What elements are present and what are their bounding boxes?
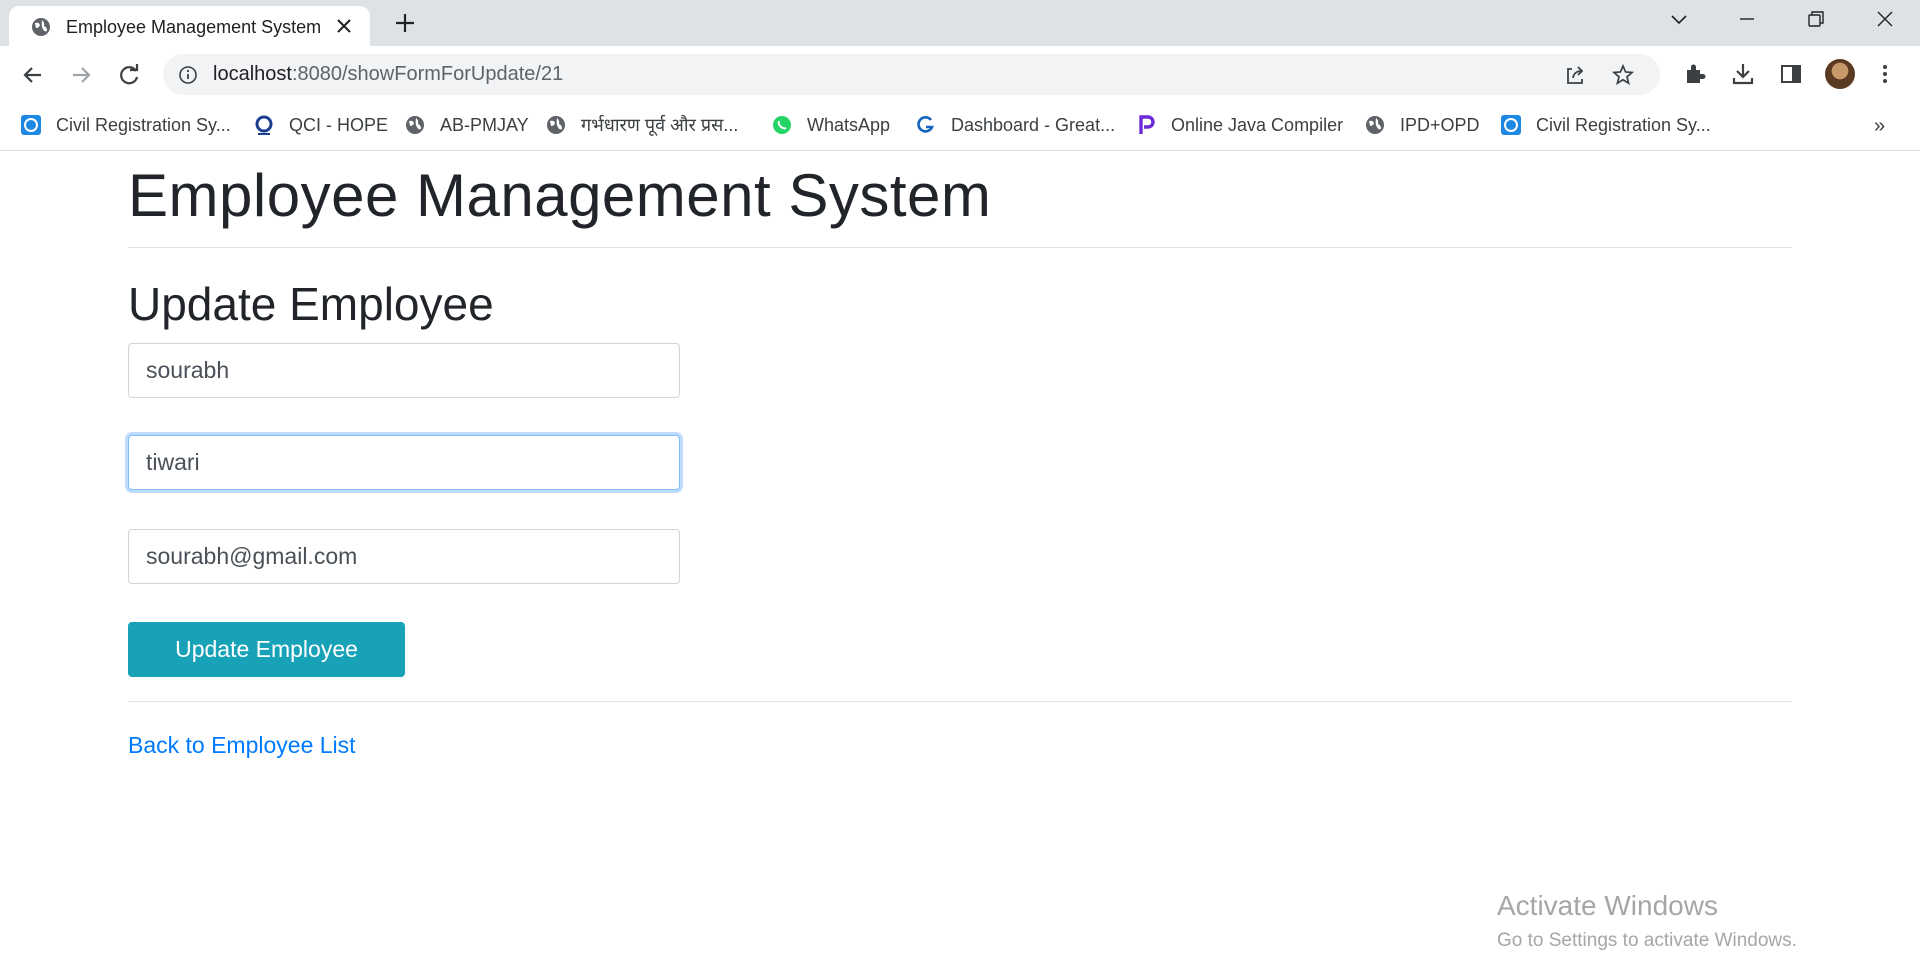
download-icon[interactable] bbox=[1730, 61, 1756, 87]
qci-hope-icon bbox=[255, 115, 273, 135]
new-tab-icon[interactable] bbox=[393, 11, 417, 35]
bookmark-qci-hope[interactable]: QCI - HOPE bbox=[253, 112, 388, 138]
email-field[interactable] bbox=[128, 529, 680, 584]
browser-tab[interactable]: Employee Management System bbox=[9, 6, 370, 46]
bookmark-whatsapp[interactable]: WhatsApp bbox=[771, 112, 890, 138]
bookmark-label: QCI - HOPE bbox=[289, 114, 389, 135]
page-content: Employee Management System Update Employ… bbox=[0, 151, 1920, 958]
address-bar[interactable]: localhost:8080/showFormForUpdate/21 bbox=[163, 54, 1660, 95]
whatsapp-icon bbox=[773, 116, 791, 134]
bookmark-civil-registration-2[interactable]: Civil Registration Sy... bbox=[1500, 112, 1711, 138]
reload-icon[interactable] bbox=[116, 62, 142, 88]
side-panel-icon[interactable] bbox=[1778, 61, 1804, 87]
bookmarks-bar: Civil Registration Sy... QCI - HOPE AB-P… bbox=[0, 102, 1920, 151]
extensions-puzzle-icon[interactable] bbox=[1682, 61, 1708, 87]
first-name-field[interactable] bbox=[128, 343, 680, 398]
star-bookmark-icon[interactable] bbox=[1611, 63, 1635, 87]
bookmark-ipd-opd[interactable]: IPD+OPD bbox=[1364, 112, 1480, 138]
bookmark-civil-registration[interactable]: Civil Registration Sy... bbox=[20, 112, 231, 138]
update-employee-button[interactable]: Update Employee bbox=[128, 622, 405, 677]
bookmark-label: Civil Registration Sy... bbox=[56, 114, 231, 135]
divider bbox=[128, 701, 1792, 702]
kebab-menu-icon[interactable] bbox=[1872, 61, 1898, 87]
forward-arrow-icon[interactable] bbox=[68, 62, 94, 88]
civil-registration-icon bbox=[21, 115, 41, 135]
bookmark-label: IPD+OPD bbox=[1400, 114, 1480, 135]
tab-search-icon[interactable] bbox=[1668, 8, 1690, 30]
bookmark-label: Online Java Compiler bbox=[1171, 114, 1344, 135]
minimize-icon[interactable] bbox=[1736, 8, 1758, 30]
globe-icon bbox=[1366, 116, 1384, 134]
url-text[interactable]: localhost:8080/showFormForUpdate/21 bbox=[213, 63, 563, 86]
bookmark-label: Dashboard - Great... bbox=[951, 114, 1116, 135]
close-tab-icon[interactable] bbox=[335, 17, 353, 35]
form-heading: Update Employee bbox=[128, 278, 494, 330]
civil-registration-icon bbox=[1501, 115, 1521, 135]
bookmark-ab-pmjay[interactable]: AB-PMJAY bbox=[404, 112, 529, 138]
activate-windows-subtitle: Go to Settings to activate Windows. bbox=[1497, 930, 1797, 951]
globe-icon bbox=[406, 116, 424, 134]
browser-toolbar: localhost:8080/showFormForUpdate/21 bbox=[0, 46, 1920, 102]
bookmark-label: Civil Registration Sy... bbox=[1536, 114, 1711, 135]
tab-strip: Employee Management System bbox=[0, 0, 1920, 46]
page-title: Employee Management System bbox=[128, 162, 992, 229]
url-host: localhost bbox=[213, 63, 292, 85]
activate-windows-title: Activate Windows bbox=[1497, 890, 1718, 921]
bookmark-hindi-page[interactable]: गर्भधारण पूर्व और प्रस... bbox=[545, 112, 738, 138]
more-bookmarks-chevron[interactable]: » bbox=[1874, 115, 1885, 138]
bookmark-label: WhatsApp bbox=[807, 114, 891, 135]
globe-icon bbox=[547, 116, 565, 134]
bookmark-online-java-compiler[interactable]: Online Java Compiler bbox=[1135, 112, 1343, 138]
bookmark-dashboard[interactable]: Dashboard - Great... bbox=[915, 112, 1115, 138]
programiz-icon bbox=[1139, 115, 1155, 134]
divider bbox=[128, 247, 1792, 248]
share-icon[interactable] bbox=[1563, 63, 1587, 87]
great-learning-icon bbox=[917, 116, 934, 133]
close-window-icon[interactable] bbox=[1874, 8, 1896, 30]
last-name-field[interactable] bbox=[128, 435, 680, 490]
tab-title: Employee Management System bbox=[66, 17, 322, 37]
globe-icon bbox=[32, 18, 50, 36]
bookmark-label: AB-PMJAY bbox=[440, 114, 529, 135]
back-to-list-link[interactable]: Back to Employee List bbox=[128, 732, 356, 759]
profile-avatar[interactable] bbox=[1825, 59, 1855, 89]
site-info-icon[interactable] bbox=[178, 65, 198, 85]
bookmark-label: गर्भधारण पूर्व और प्रस... bbox=[581, 115, 739, 135]
url-path: :8080/showFormForUpdate/21 bbox=[291, 63, 564, 85]
restore-icon[interactable] bbox=[1805, 8, 1827, 30]
back-arrow-icon[interactable] bbox=[20, 62, 46, 88]
